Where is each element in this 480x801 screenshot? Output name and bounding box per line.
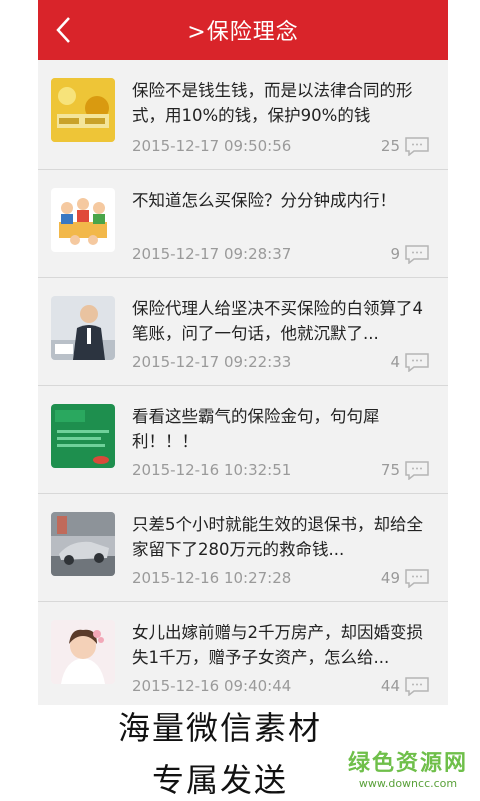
article-thumbnail <box>51 78 115 142</box>
article-date: 2015-12-16 09:40:44 <box>132 677 292 695</box>
article-date: 2015-12-16 10:27:28 <box>132 569 292 587</box>
article-thumbnail <box>51 620 115 684</box>
comment-icon <box>405 137 429 156</box>
comment-count: 44 <box>381 676 430 696</box>
list-item[interactable]: 不知道怎么买保险？分分钟成内行！ 2015-12-17 09:28:37 9 <box>38 170 448 278</box>
watermark-title: 绿色资源网 <box>347 751 468 776</box>
comment-icon <box>405 569 429 588</box>
list-item[interactable]: 保险代理人给坚决不买保险的白领算了4笔账，问了一句话，他就沉默了... 2015… <box>38 278 448 386</box>
comment-count-value: 4 <box>390 353 400 371</box>
list-item[interactable]: 看看这些霸气的保险金句，句句犀利！！！ 2015-12-16 10:32:51 … <box>38 386 448 494</box>
article-title: 看看这些霸气的保险金句，句句犀利！！！ <box>132 407 380 451</box>
article-date: 2015-12-17 09:50:56 <box>132 137 292 155</box>
comment-icon <box>405 245 429 264</box>
comment-count: 49 <box>381 568 430 588</box>
chevron-left-icon <box>56 17 70 43</box>
comment-icon <box>405 461 429 480</box>
comment-count-value: 25 <box>380 137 400 155</box>
comment-count: 75 <box>381 460 430 480</box>
article-thumbnail <box>51 188 115 252</box>
article-list: 保险不是钱生钱，而是以法律合同的形式，用10%的钱，保护90%的钱 2015-1… <box>38 60 448 705</box>
promo-caption-line1: 海量微信素材 <box>117 709 322 747</box>
article-title: 不知道怎么买保险？分分钟成内行！ <box>132 191 396 210</box>
article-title: 保险不是钱生钱，而是以法律合同的形式，用10%的钱，保护90%的钱 <box>132 81 413 125</box>
comment-count: 9 <box>390 244 430 264</box>
article-date: 2015-12-16 10:32:51 <box>132 461 292 479</box>
comment-count: 4 <box>390 352 430 372</box>
article-thumbnail <box>51 512 115 576</box>
comment-icon <box>405 677 429 696</box>
comment-count-value: 49 <box>380 569 400 587</box>
app-header: >保险理念 <box>38 0 448 60</box>
comment-count-value: 44 <box>380 677 400 695</box>
article-thumbnail <box>51 404 115 468</box>
article-title: 保险代理人给坚决不买保险的白领算了4笔账，问了一句话，他就沉默了... <box>132 299 423 343</box>
article-date: 2015-12-17 09:22:33 <box>132 353 292 371</box>
list-item[interactable]: 只差5个小时就能生效的退保书，却给全家留下了280万元的救命钱... 2015-… <box>38 494 448 602</box>
site-watermark: 绿色资源网 www.downcc.com <box>348 745 468 790</box>
back-button[interactable] <box>48 14 78 46</box>
list-item[interactable]: 保险不是钱生钱，而是以法律合同的形式，用10%的钱，保护90%的钱 2015-1… <box>38 60 448 170</box>
comment-count: 25 <box>381 136 430 156</box>
comment-icon <box>405 353 429 372</box>
app-screen: >保险理念 保险不是钱生钱，而是以法律合同的形式，用10%的钱，保护90%的钱 … <box>38 0 448 705</box>
article-date: 2015-12-17 09:28:37 <box>132 245 292 263</box>
list-item[interactable]: 女儿出嫁前赠与2千万房产，却因婚变损失1千万，赠予子女资产，怎么给... 201… <box>38 602 448 705</box>
comment-count-value: 75 <box>380 461 400 479</box>
watermark-url: www.downcc.com <box>358 777 458 790</box>
page-title: >保险理念 <box>187 20 299 45</box>
article-title: 只差5个小时就能生效的退保书，却给全家留下了280万元的救命钱... <box>132 515 423 559</box>
article-title: 女儿出嫁前赠与2千万房产，却因婚变损失1千万，赠予子女资产，怎么给... <box>132 623 423 667</box>
article-thumbnail <box>51 296 115 360</box>
comment-count-value: 9 <box>390 245 400 263</box>
